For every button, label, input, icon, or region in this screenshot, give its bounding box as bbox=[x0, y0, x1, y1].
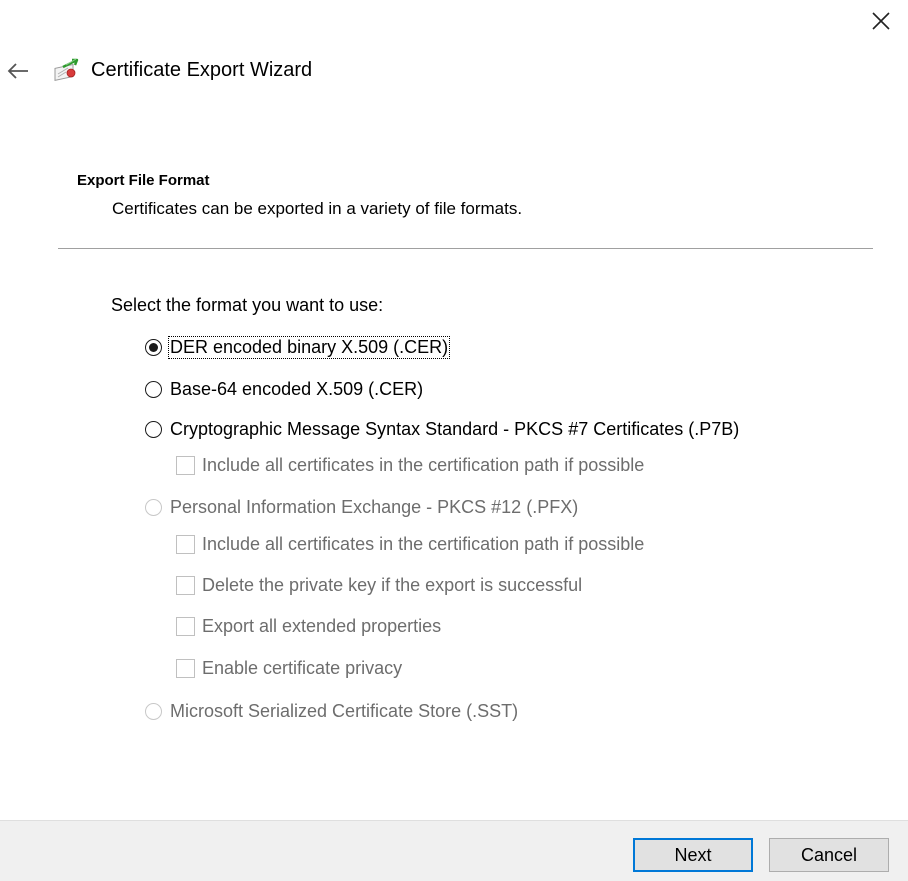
enable-certificate-privacy-label: Enable certificate privacy bbox=[202, 658, 403, 678]
radio-pfx-format[interactable]: Personal Information Exchange - PKCS #12… bbox=[145, 497, 578, 518]
radio-button[interactable] bbox=[145, 421, 162, 438]
radio-button[interactable] bbox=[145, 381, 162, 398]
base64-format-label: Base-64 encoded X.509 (.CER) bbox=[170, 379, 424, 399]
back-arrow-icon bbox=[7, 63, 28, 79]
radio-button[interactable] bbox=[145, 339, 162, 356]
radio-sst-format[interactable]: Microsoft Serialized Certificate Store (… bbox=[145, 701, 518, 722]
certificate-icon bbox=[54, 58, 79, 81]
wizard-title: Certificate Export Wizard bbox=[91, 59, 313, 81]
checkbox-pfx-include-all[interactable]: Include all certificates in the certific… bbox=[176, 534, 644, 555]
pkcs7-include-all-label: Include all certificates in the certific… bbox=[202, 455, 645, 475]
pfx-include-all-label: Include all certificates in the certific… bbox=[202, 534, 645, 554]
close-button[interactable] bbox=[864, 6, 898, 36]
close-icon bbox=[872, 12, 890, 30]
delete-private-key-label: Delete the private key if the export is … bbox=[202, 575, 583, 595]
checkbox-delete-private-key[interactable]: Delete the private key if the export is … bbox=[176, 575, 582, 596]
pkcs7-format-label: Cryptographic Message Syntax Standard - … bbox=[170, 419, 740, 439]
export-extended-properties-label: Export all extended properties bbox=[202, 616, 442, 636]
radio-der-format[interactable]: DER encoded binary X.509 (.CER) bbox=[145, 336, 451, 359]
sst-format-label: Microsoft Serialized Certificate Store (… bbox=[170, 701, 519, 721]
cancel-button[interactable]: Cancel bbox=[769, 838, 889, 872]
header-divider bbox=[58, 248, 873, 249]
checkbox[interactable] bbox=[176, 535, 195, 554]
checkbox-export-extended-properties[interactable]: Export all extended properties bbox=[176, 616, 441, 637]
der-format-label: DER encoded binary X.509 (.CER) bbox=[168, 336, 451, 359]
radio-pkcs7-format[interactable]: Cryptographic Message Syntax Standard - … bbox=[145, 419, 739, 440]
checkbox[interactable] bbox=[176, 456, 195, 475]
checkbox[interactable] bbox=[176, 576, 195, 595]
checkbox-enable-certificate-privacy[interactable]: Enable certificate privacy bbox=[176, 658, 402, 679]
wizard-footer: Next Cancel bbox=[0, 820, 908, 881]
pfx-format-label: Personal Information Exchange - PKCS #12… bbox=[170, 497, 579, 517]
section-title: Export File Format bbox=[77, 172, 210, 189]
next-button[interactable]: Next bbox=[633, 838, 753, 872]
back-button[interactable] bbox=[4, 56, 32, 86]
checkbox[interactable] bbox=[176, 617, 195, 636]
checkbox[interactable] bbox=[176, 659, 195, 678]
section-description: Certificates can be exported in a variet… bbox=[112, 199, 523, 218]
radio-base64-format[interactable]: Base-64 encoded X.509 (.CER) bbox=[145, 379, 423, 400]
radio-button[interactable] bbox=[145, 703, 162, 720]
radio-selected-dot bbox=[149, 343, 158, 352]
format-prompt: Select the format you want to use: bbox=[111, 295, 384, 315]
radio-button[interactable] bbox=[145, 499, 162, 516]
checkbox-pkcs7-include-all[interactable]: Include all certificates in the certific… bbox=[176, 455, 644, 476]
